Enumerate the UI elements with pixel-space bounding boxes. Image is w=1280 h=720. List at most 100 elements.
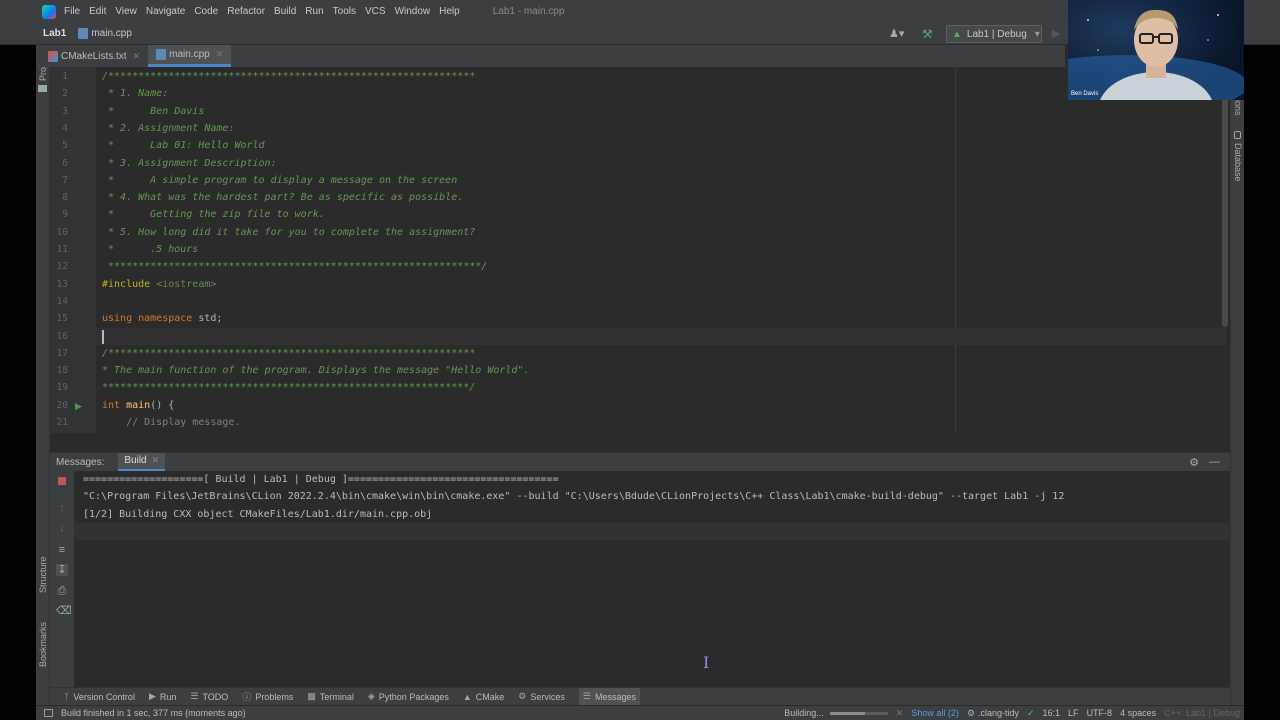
tool-todo[interactable]: ☰ TODO <box>190 691 228 702</box>
line-number: 7 <box>62 174 68 186</box>
tab-main-cpp[interactable]: main.cpp ✕ <box>148 45 232 67</box>
left-black-border <box>0 0 36 720</box>
clang-tidy-label[interactable]: .clang-tidy <box>978 708 1019 718</box>
run-icon[interactable]: ▶ <box>1052 27 1060 40</box>
file-encoding[interactable]: UTF-8 <box>1087 708 1113 718</box>
code-token: /***************************************… <box>102 347 476 359</box>
line-number: 20 <box>56 399 68 411</box>
breadcrumb-file-label: main.cpp <box>91 28 132 39</box>
right-black-border <box>1244 0 1280 720</box>
build-hammer-icon[interactable]: ⚒ <box>922 27 933 41</box>
breadcrumb-file[interactable]: main.cpp <box>78 28 132 39</box>
code-token: /***************************************… <box>102 71 476 82</box>
panel-toggle-icon[interactable] <box>44 709 53 717</box>
webcam-name-label: Ben Davis <box>1071 91 1099 97</box>
build-tab[interactable]: Build ✕ <box>118 452 166 472</box>
line-number: 5 <box>62 140 68 152</box>
line-number: 4 <box>62 122 68 134</box>
status-message[interactable]: Build finished in 1 sec, 377 ms (moments… <box>61 708 246 718</box>
notifications-tool-button[interactable]: ions <box>1233 99 1243 116</box>
webcam-overlay: Ben Davis <box>1068 0 1244 100</box>
arrow-up-icon[interactable]: ↑ <box>56 502 68 514</box>
line-number: 12 <box>56 261 68 273</box>
mouse-ibeam-cursor: I <box>703 653 710 672</box>
code-editor[interactable]: /***************************************… <box>96 67 1226 433</box>
tool-python-packages[interactable]: ◈ Python Packages <box>368 691 449 702</box>
menu-navigate[interactable]: Navigate <box>146 6 185 17</box>
code-token: namespace <box>138 313 199 325</box>
run-configuration-select[interactable]: ▲ Lab1 | Debug ▾ <box>946 25 1042 43</box>
code-token: #include <box>102 278 157 290</box>
code-token: * A simple program to display a message … <box>102 174 458 186</box>
code-token: int <box>102 399 127 411</box>
breadcrumb-project[interactable]: Lab1 <box>43 28 66 39</box>
menu-edit[interactable]: Edit <box>89 6 106 17</box>
code-line: * 3. Assignment Description: <box>102 155 277 172</box>
close-icon[interactable]: ✕ <box>133 51 141 62</box>
code-line: int main() { <box>102 397 174 414</box>
menu-window[interactable]: Window <box>395 6 431 17</box>
stop-icon[interactable] <box>58 477 66 485</box>
tool-run-label: Run <box>159 691 177 702</box>
code-token: main <box>126 399 151 411</box>
code-line: ****************************************… <box>102 258 487 275</box>
tool-services[interactable]: ⚙ Services <box>518 691 565 702</box>
tab-main-cpp-label: main.cpp <box>169 49 210 60</box>
menu-view[interactable]: View <box>115 6 137 17</box>
database-tool-button[interactable]: Database <box>1233 143 1243 182</box>
line-number: 17 <box>56 347 68 359</box>
code-token: * 4. What was the hardest part? Be as sp… <box>102 192 464 204</box>
menu-tools[interactable]: Tools <box>333 6 356 17</box>
menu-refactor[interactable]: Refactor <box>227 6 265 17</box>
close-icon[interactable]: ✕ <box>152 455 160 466</box>
tool-messages-label: Messages <box>594 691 636 702</box>
caret-position[interactable]: 16:1 <box>1043 708 1061 718</box>
messages-icon: ☰ <box>582 691 591 701</box>
build-output[interactable]: ====================[ Build | Lab1 | Deb… <box>74 471 1230 687</box>
minimize-icon[interactable]: — <box>1209 456 1220 468</box>
scroll-to-end-icon[interactable]: ↧ <box>56 564 68 576</box>
tool-problems[interactable]: ⓘ Problems <box>242 690 293 703</box>
menu-file[interactable]: File <box>64 6 80 17</box>
tool-messages[interactable]: ☰ Messages <box>578 687 640 706</box>
code-token: ****************************************… <box>102 261 488 273</box>
trash-icon[interactable]: ⌫ <box>56 605 72 617</box>
context-selector[interactable]: C++: Lab1 | Debug <box>1164 708 1240 718</box>
tab-cmakelists-label: CMakeLists.txt <box>61 50 127 62</box>
code-line: * 2. Assignment Name: <box>102 120 234 137</box>
tool-terminal[interactable]: ▩ Terminal <box>307 691 354 702</box>
tab-cmakelists[interactable]: CMakeLists.txt ✕ <box>40 45 148 67</box>
cancel-icon[interactable]: ✕ <box>896 708 904 719</box>
tool-cmake[interactable]: ▲ CMake <box>463 692 504 702</box>
line-number: 3 <box>62 105 68 117</box>
menu-run[interactable]: Run <box>305 6 323 17</box>
soft-wrap-icon[interactable]: ≡ <box>56 544 68 556</box>
menu-vcs[interactable]: VCS <box>365 6 386 17</box>
build-progress-fill <box>829 711 865 715</box>
user-icon[interactable]: ♟▾ <box>889 27 904 40</box>
code-line: * 4. What was the hardest part? Be as sp… <box>102 189 463 206</box>
clang-tidy-icon: ⚙ <box>966 707 975 718</box>
menu-help[interactable]: Help <box>439 6 460 17</box>
line-separator[interactable]: LF <box>1068 708 1079 718</box>
code-token: // Display message. <box>102 417 241 428</box>
tool-run[interactable]: ▶ Run <box>149 691 176 702</box>
cmake-target-icon: ▲ <box>952 28 962 40</box>
run-gutter-icon[interactable]: ▶ <box>75 401 82 412</box>
print-icon[interactable]: ⎙ <box>56 585 68 597</box>
left-tool-stripe: Project Structure Bookmarks <box>36 45 50 705</box>
gear-icon[interactable]: ⚙ <box>1189 456 1199 469</box>
menu-build[interactable]: Build <box>274 6 296 17</box>
structure-tool-button[interactable]: Structure <box>38 556 48 593</box>
building-label: Building... <box>784 708 824 718</box>
close-icon[interactable]: ✕ <box>216 49 224 60</box>
code-line: * 1. Name: <box>102 85 168 102</box>
menu-code[interactable]: Code <box>194 6 218 17</box>
show-all-link[interactable]: Show all (2) <box>911 708 959 718</box>
tool-version-control[interactable]: ᛉ Version Control <box>64 692 135 702</box>
editor-vertical-scrollbar[interactable] <box>1222 92 1228 327</box>
code-token: * Ben Davis <box>102 105 205 117</box>
arrow-down-icon[interactable]: ↓ <box>56 522 68 534</box>
bookmarks-tool-button[interactable]: Bookmarks <box>38 622 48 667</box>
indent-setting[interactable]: 4 spaces <box>1120 708 1156 718</box>
